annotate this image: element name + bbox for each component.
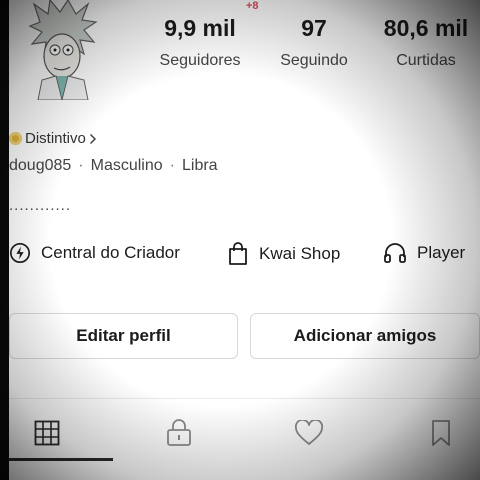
badge-medal-icon — [9, 132, 22, 145]
player-button[interactable]: Player — [383, 242, 465, 264]
creator-center-button[interactable]: Central do Criador — [9, 242, 180, 264]
bookmark-icon — [432, 420, 450, 446]
avatar-drawing — [28, 0, 98, 100]
active-tab-indicator — [9, 458, 113, 461]
notification-badge: +8 — [246, 0, 259, 12]
tab-saved[interactable] — [426, 418, 456, 448]
heart-icon — [294, 420, 324, 445]
shopping-bag-icon — [229, 242, 247, 265]
tab-private[interactable] — [164, 418, 194, 448]
distintivo-link[interactable]: Distintivo — [9, 130, 97, 147]
add-friends-button[interactable]: Adicionar amigos — [250, 313, 480, 359]
headphones-icon — [384, 243, 406, 263]
likes-count: 80,6 mil — [383, 15, 469, 41]
edit-profile-button[interactable]: Editar perfil — [9, 313, 238, 359]
followers-label: Seguidores — [159, 52, 241, 69]
creator-tools-row: Central do Criador Kwai Shop Player — [9, 242, 480, 272]
section-divider — [9, 398, 480, 399]
chevron-right-icon — [89, 133, 96, 144]
profile-tab-bar — [9, 400, 480, 464]
following-count: 97 — [301, 15, 327, 41]
player-label: Player — [417, 243, 466, 262]
kwai-shop-button[interactable]: Kwai Shop — [227, 242, 340, 266]
separator-dot: · — [169, 157, 175, 174]
creator-center-label: Central do Criador — [41, 243, 180, 262]
gender: Masculino — [90, 157, 163, 174]
zodiac-sign: Libra — [181, 157, 218, 174]
username: doug085 — [9, 157, 72, 174]
bio-text: ............ — [9, 197, 72, 214]
distintivo-label: Distintivo — [25, 130, 86, 147]
avatar[interactable] — [28, 0, 100, 100]
kwai-shop-label: Kwai Shop — [259, 244, 341, 263]
stat-likes[interactable]: 80,6 mil Curtidas — [376, 14, 476, 70]
tab-liked[interactable] — [294, 418, 324, 448]
lightning-icon — [10, 243, 30, 263]
stat-following[interactable]: 97 Seguindo — [272, 14, 356, 70]
grid-icon — [34, 420, 60, 446]
profile-info-line: doug085 · Masculino · Libra — [9, 157, 218, 175]
separator-dot: · — [78, 157, 84, 174]
tab-posts-grid[interactable] — [32, 418, 62, 448]
lock-icon — [167, 419, 191, 446]
following-label: Seguindo — [280, 52, 348, 69]
followers-count: 9,9 mil — [164, 15, 236, 41]
screen-edge — [0, 0, 9, 480]
stat-followers[interactable]: 9,9 mil Seguidores — [150, 14, 250, 70]
likes-label: Curtidas — [396, 52, 456, 69]
